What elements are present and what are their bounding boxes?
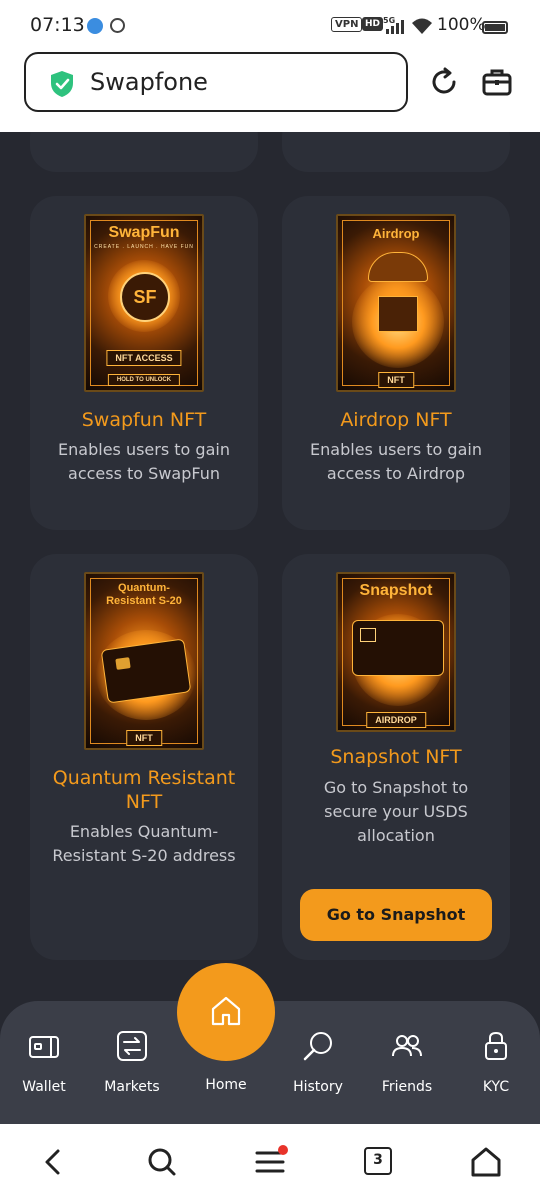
nft-description: Enables users to gain access to SwapFun	[58, 440, 230, 483]
nft-description: Enables Quantum-Resistant S-20 address	[52, 822, 236, 865]
poster-tag: NFT	[126, 730, 162, 746]
nav-home-button[interactable]	[177, 963, 275, 1061]
nft-card-swapfun[interactable]: SwapFun CREATE . LAUNCH . HAVE FUN SF NF…	[30, 196, 258, 530]
snapshot-poster-image: Snapshot AIRDROP	[336, 572, 456, 732]
hd-icon: HD	[362, 17, 384, 31]
nav-home-label: Home	[205, 1077, 247, 1093]
home-outline-icon[interactable]	[470, 1146, 502, 1178]
nft-title: Snapshot NFT	[330, 746, 462, 768]
back-icon[interactable]	[38, 1146, 70, 1178]
wifi-icon	[412, 18, 432, 34]
poster-tag: NFT ACCESS	[106, 350, 182, 366]
nav-markets[interactable]: Markets	[92, 1029, 172, 1095]
poster-title: Snapshot	[359, 582, 433, 599]
nav-friends-label: Friends	[381, 1079, 433, 1095]
poster-title: SwapFun	[108, 224, 180, 241]
poster-tag: NFT	[378, 372, 414, 388]
signal-icon: 5G	[383, 16, 404, 34]
address-bar[interactable]: Swapfone	[24, 52, 408, 112]
nft-title: Quantum Resistant NFT	[52, 767, 236, 813]
nft-card-airdrop[interactable]: Airdrop NFT Airdrop NFT Enables users to…	[282, 196, 510, 530]
swap-arrows-icon	[117, 1031, 147, 1061]
browser-bottom-bar: 3	[0, 1124, 540, 1199]
nft-description: Go to Snapshot to secure your USDS alloc…	[323, 778, 469, 845]
app-notification-icon	[87, 18, 103, 34]
nav-markets-label: Markets	[104, 1079, 160, 1095]
nft-description: Enables users to gain access to Airdrop	[310, 440, 482, 483]
search-icon	[303, 1032, 332, 1061]
poster-tag-secondary: HOLD TO UNLOCK	[107, 374, 181, 386]
airdrop-poster-image: Airdrop NFT	[336, 214, 456, 392]
friends-icon	[392, 1035, 422, 1057]
refresh-icon[interactable]	[428, 66, 460, 98]
nav-wallet[interactable]: Wallet	[4, 1029, 84, 1095]
nav-wallet-label: Wallet	[22, 1079, 66, 1095]
vpn-icon: VPN	[331, 17, 363, 32]
nft-title: Airdrop NFT	[340, 409, 452, 431]
shield-check-icon	[51, 71, 73, 97]
battery-percent: 100%	[437, 15, 486, 35]
nav-history-label: History	[293, 1079, 343, 1095]
nav-friends[interactable]: Friends	[367, 1029, 447, 1095]
nav-kyc-label: KYC	[482, 1079, 510, 1095]
search-icon[interactable]	[146, 1146, 178, 1178]
nft-card-quantum-resistant[interactable]: Quantum-Resistant S-20 NFT Quantum Resis…	[30, 554, 258, 960]
url-text: Swapfone	[90, 68, 208, 96]
nav-kyc[interactable]: KYC	[456, 1029, 536, 1095]
status-time: 07:13	[30, 14, 85, 36]
poster-title: Airdrop	[372, 226, 420, 241]
swapfun-poster-image: SwapFun CREATE . LAUNCH . HAVE FUN SF NF…	[84, 214, 204, 392]
briefcase-icon[interactable]	[481, 66, 513, 98]
tab-count-button[interactable]: 3	[364, 1147, 392, 1175]
sync-notification-icon	[110, 18, 125, 33]
quantum-poster-image: Quantum-Resistant S-20 NFT	[84, 572, 204, 750]
wallet-icon	[29, 1036, 59, 1058]
browser-toolbar-bg: Swapfone	[0, 52, 540, 132]
nft-title: Swapfun NFT	[81, 409, 207, 431]
battery-icon	[482, 21, 508, 34]
poster-tag: AIRDROP	[366, 712, 426, 728]
svg-text:5G: 5G	[383, 16, 395, 25]
poster-subtitle: CREATE . LAUNCH . HAVE FUN	[94, 244, 194, 250]
go-to-snapshot-button[interactable]: Go to Snapshot	[300, 889, 492, 941]
status-bar: 07:13 VPN HD 5G 100%	[0, 0, 540, 52]
home-icon	[211, 996, 241, 1026]
poster-title: Quantum-Resistant S-20	[106, 582, 182, 607]
lock-icon	[485, 1031, 507, 1060]
notification-dot	[278, 1145, 288, 1155]
nav-history[interactable]: History	[278, 1029, 358, 1095]
